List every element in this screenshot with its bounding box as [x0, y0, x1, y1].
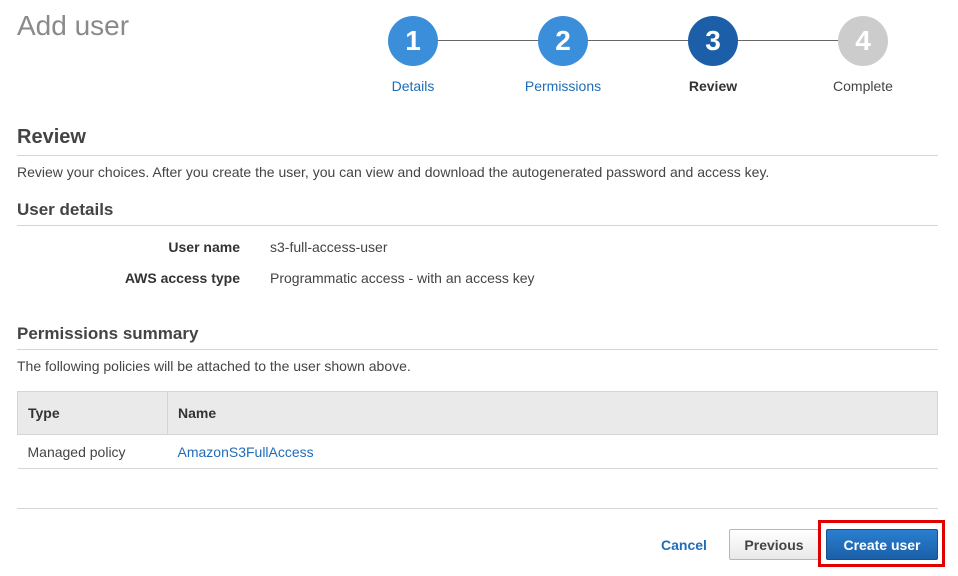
table-header-row: Type Name — [17, 391, 938, 435]
step-1-circle[interactable]: 1 — [388, 16, 438, 66]
policy-table: Type Name Managed policy AmazonS3FullAcc… — [17, 391, 938, 469]
policy-type-cell: Managed policy — [17, 434, 168, 469]
policy-name-cell: AmazonS3FullAccess — [167, 434, 938, 469]
wizard-connector — [587, 40, 689, 41]
wizard-connector — [437, 40, 539, 41]
permissions-summary-description: The following policies will be attached … — [17, 358, 411, 374]
create-user-button[interactable]: Create user — [826, 529, 938, 560]
access-type-value: Programmatic access - with an access key — [270, 270, 535, 286]
step-2-label[interactable]: Permissions — [503, 78, 623, 94]
column-header-name[interactable]: Name — [167, 391, 938, 435]
table-row: Managed policy AmazonS3FullAccess — [17, 434, 938, 469]
step-3-circle: 3 — [688, 16, 738, 66]
step-2-circle[interactable]: 2 — [538, 16, 588, 66]
footer-divider — [17, 508, 938, 509]
review-description: Review your choices. After you create th… — [17, 164, 770, 180]
wizard-steps: 1 2 3 4 Details Permissions Review Compl… — [0, 0, 958, 110]
user-name-value: s3-full-access-user — [270, 239, 388, 255]
step-3-label: Review — [688, 78, 738, 94]
previous-button[interactable]: Previous — [729, 529, 819, 560]
step-1-label[interactable]: Details — [353, 78, 473, 94]
permissions-summary-divider — [17, 349, 938, 350]
user-name-label: User name — [168, 239, 240, 255]
user-details-heading: User details — [17, 200, 114, 219]
permissions-summary-heading: Permissions summary — [17, 324, 199, 343]
wizard-connector — [737, 40, 839, 41]
column-header-type[interactable]: Type — [17, 391, 168, 435]
step-4-circle: 4 — [838, 16, 888, 66]
policy-name-link[interactable]: AmazonS3FullAccess — [178, 444, 314, 460]
user-details-divider — [17, 225, 938, 226]
review-divider — [17, 155, 938, 156]
access-type-label: AWS access type — [124, 270, 240, 286]
step-4-label: Complete — [833, 78, 893, 94]
review-heading: Review — [17, 126, 86, 148]
cancel-link[interactable]: Cancel — [661, 537, 707, 553]
